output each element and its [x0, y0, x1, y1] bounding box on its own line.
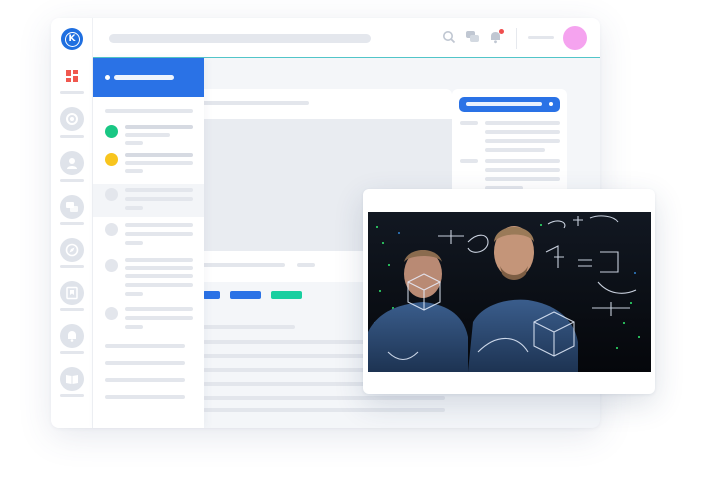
side-card-title-placeholder [466, 102, 542, 106]
chat-icon[interactable] [465, 30, 480, 48]
tag-blue[interactable] [230, 291, 261, 299]
channel-name-placeholder [125, 307, 193, 311]
rail-label [60, 135, 84, 138]
side-card-header[interactable] [459, 97, 560, 112]
text-placeholder [203, 408, 445, 412]
rail-label [60, 222, 84, 225]
top-bar [93, 18, 600, 58]
side-value-placeholder [485, 130, 560, 134]
channel-meta-placeholder [125, 133, 170, 137]
channel-meta-placeholder [125, 292, 143, 296]
text-placeholder [203, 396, 445, 400]
text-placeholder [203, 325, 295, 329]
status-icon [105, 223, 118, 236]
bookmark-icon[interactable] [60, 281, 84, 305]
side-card-dot [549, 102, 553, 106]
channel-meta-placeholder [125, 241, 143, 245]
channel-panel-header[interactable] [93, 58, 204, 97]
search-icon[interactable] [442, 30, 456, 48]
side-value-placeholder [485, 168, 560, 172]
compass-icon[interactable] [60, 238, 84, 262]
rail-label [60, 91, 84, 94]
chat-bubbles-icon[interactable] [60, 195, 84, 219]
status-online-icon [105, 125, 118, 138]
status-icon [105, 259, 118, 272]
channel-meta-placeholder [125, 141, 143, 145]
channel-meta-placeholder [125, 169, 143, 173]
panel-title-placeholder [114, 75, 174, 80]
icon-rail: K [51, 18, 93, 428]
brand-logo-letter: K [64, 31, 80, 47]
status-icon [105, 188, 118, 201]
dashboard-icon[interactable] [60, 64, 84, 88]
video-player[interactable] [368, 212, 651, 372]
rail-label [60, 394, 84, 397]
channel-name-placeholder [125, 153, 193, 157]
channel-meta-placeholder [125, 206, 143, 210]
channel-name-placeholder [125, 125, 193, 129]
status-away-icon [105, 153, 118, 166]
meta-placeholder [297, 263, 315, 267]
search-bar[interactable] [109, 34, 371, 43]
side-value-placeholder [485, 139, 560, 143]
list-item-placeholder [105, 344, 185, 348]
tag-teal[interactable] [271, 291, 302, 299]
channel-meta-placeholder [125, 197, 193, 201]
rail-label [60, 351, 84, 354]
bell-icon[interactable] [60, 324, 84, 348]
list-item-placeholder [105, 378, 185, 382]
list-item-placeholder [105, 395, 185, 399]
channel-name-placeholder [125, 223, 193, 227]
channel-meta-placeholder [125, 266, 193, 270]
header-dot [105, 75, 110, 80]
channel-panel [93, 58, 204, 428]
channel-meta-placeholder [125, 316, 193, 320]
side-value-placeholder [485, 148, 545, 152]
notification-dot [499, 29, 504, 34]
channel-meta-placeholder [125, 274, 193, 278]
lifebuoy-icon[interactable] [60, 107, 84, 131]
avatar[interactable] [563, 26, 587, 50]
tag-blue[interactable] [203, 291, 220, 299]
list-item-placeholder [105, 361, 185, 365]
username-placeholder [528, 36, 554, 39]
side-label-placeholder [460, 121, 478, 125]
channel-meta-placeholder [125, 161, 193, 165]
divider [516, 28, 517, 49]
user-icon[interactable] [60, 151, 84, 175]
side-value-placeholder [485, 121, 560, 125]
channel-meta-placeholder [125, 325, 143, 329]
side-value-placeholder [485, 159, 560, 163]
channel-name-placeholder [125, 258, 193, 262]
video-card [363, 189, 655, 394]
rail-label [60, 308, 84, 311]
section-label-placeholder [105, 109, 193, 113]
channel-name-placeholder [125, 188, 193, 192]
channel-meta-placeholder [125, 232, 193, 236]
side-value-placeholder [485, 177, 560, 181]
rail-label [60, 265, 84, 268]
channel-meta-placeholder [125, 283, 193, 287]
side-label-placeholder [460, 159, 478, 163]
brand-logo[interactable]: K [61, 28, 83, 50]
side-card [452, 89, 567, 199]
rail-label [60, 179, 84, 182]
status-icon [105, 307, 118, 320]
book-icon[interactable] [60, 367, 84, 391]
